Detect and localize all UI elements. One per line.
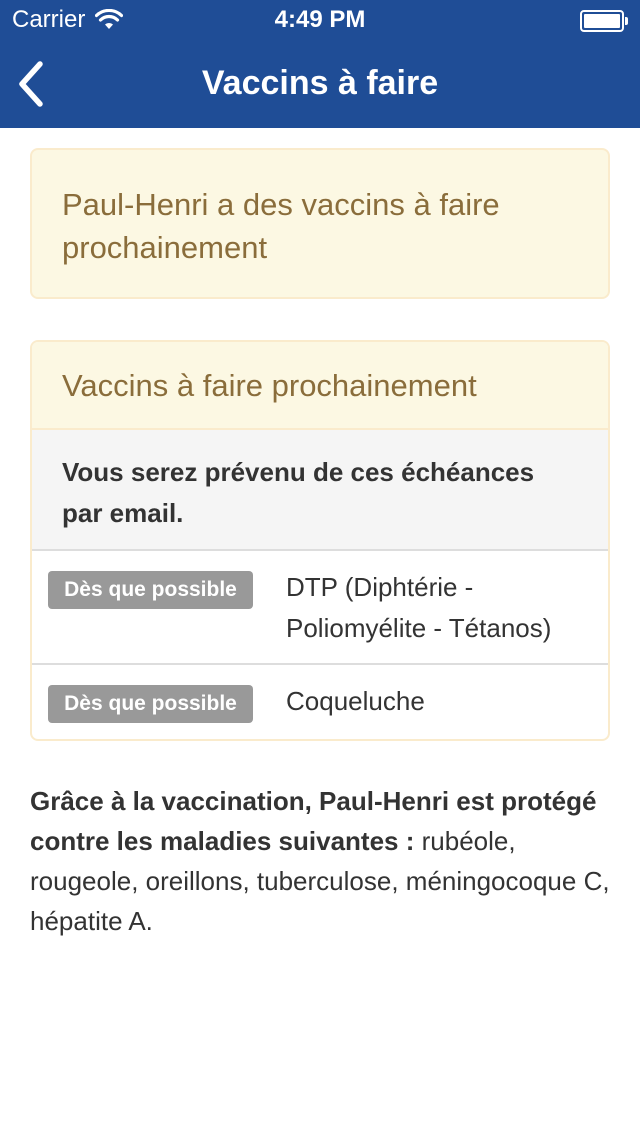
email-notice: Vous serez prévenu de ces échéances par … <box>32 430 608 551</box>
warning-alert: Paul-Henri a des vaccins à faire prochai… <box>30 148 610 299</box>
main-content: Paul-Henri a des vaccins à faire prochai… <box>30 148 610 941</box>
upcoming-vaccines-panel: Vaccins à faire prochainement Vous serez… <box>30 340 610 741</box>
due-badge: Dès que possible <box>48 685 253 723</box>
navigation-bar: Carrier 4:49 PM Vaccins à faire <box>0 0 640 128</box>
vaccine-name: DTP (Diphtérie - Poliomyélite - Tétanos) <box>286 572 552 643</box>
vaccine-row: Dès que possible Coqueluche <box>32 665 608 739</box>
page-title: Vaccins à faire <box>201 64 439 102</box>
vaccine-row: Dès que possible DTP (Diphtérie - Poliom… <box>32 551 608 665</box>
status-time: 4:49 PM <box>274 6 366 33</box>
alert-text: Paul-Henri a des vaccins à faire prochai… <box>62 187 500 265</box>
due-badge: Dès que possible <box>48 571 253 609</box>
panel-heading: Vaccins à faire prochainement <box>32 342 608 430</box>
battery-level <box>584 14 620 28</box>
status-bar: Carrier 4:49 PM <box>0 0 640 40</box>
battery-icon <box>580 10 628 32</box>
vaccine-name: Coqueluche <box>286 686 425 716</box>
protection-summary: Grâce à la vaccination, Paul-Henri est p… <box>30 781 610 941</box>
